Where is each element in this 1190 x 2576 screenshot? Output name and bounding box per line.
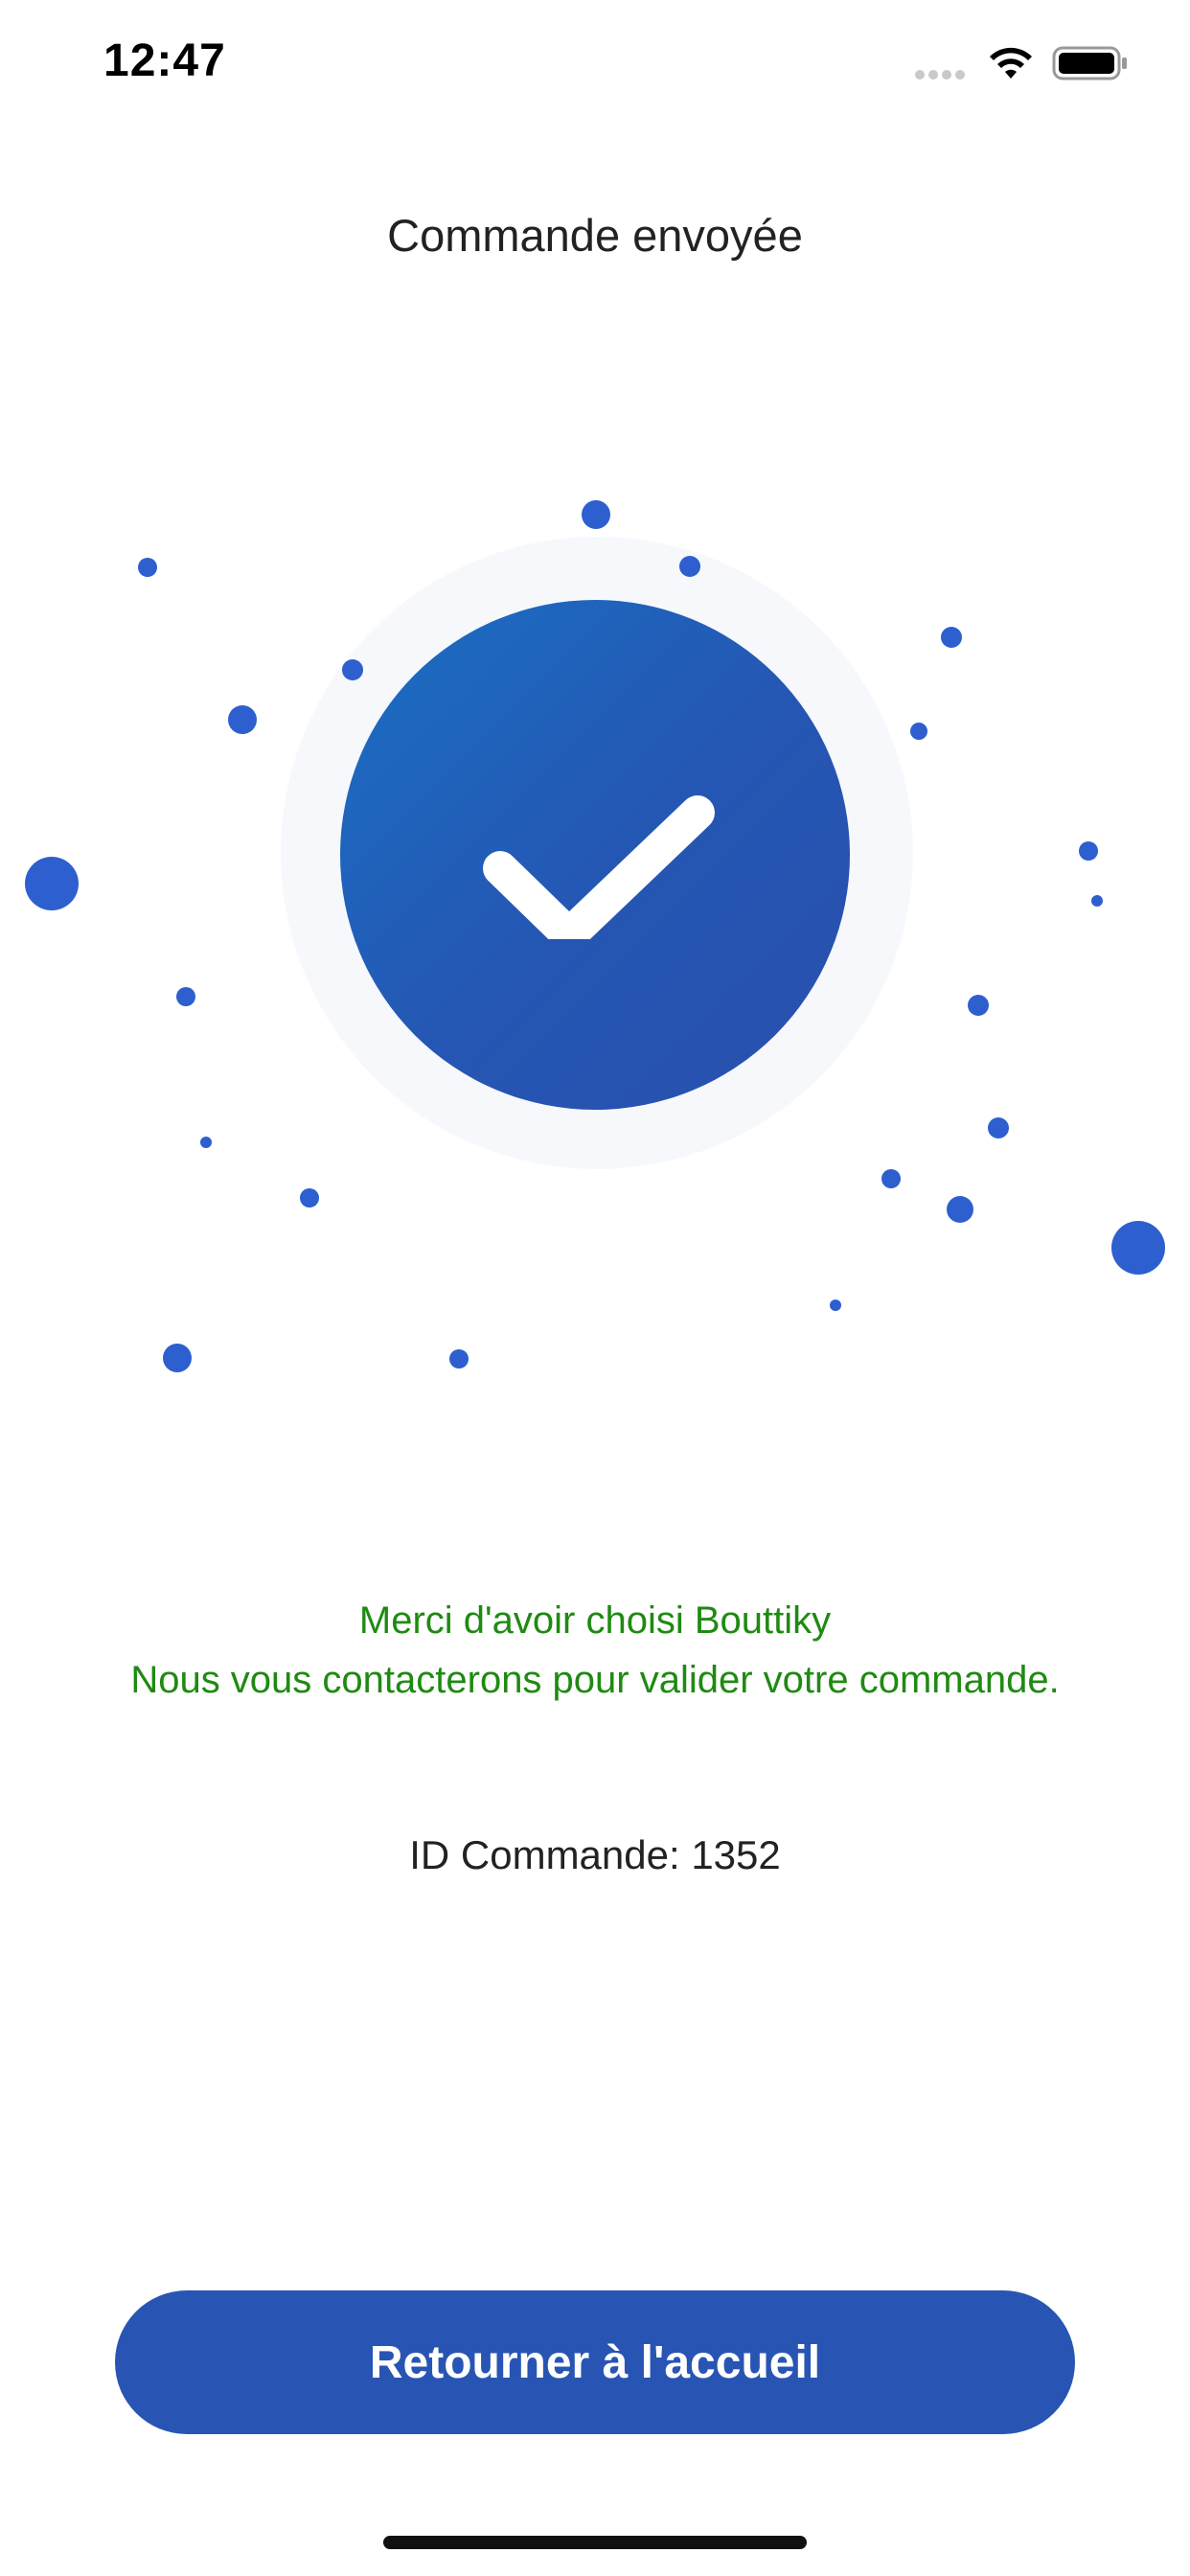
confetti-dot: [228, 705, 257, 734]
page-title: Commande envoyée: [387, 210, 803, 261]
confetti-dot: [200, 1137, 212, 1148]
confetti-dot: [25, 857, 79, 910]
confetti-dot: [1079, 841, 1098, 861]
confirmation-message: Merci d'avoir choisi Bouttiky Nous vous …: [0, 1591, 1190, 1710]
confetti-dot: [300, 1188, 319, 1208]
thanks-text: Merci d'avoir choisi Bouttiky: [358, 1599, 832, 1642]
battery-icon: [1052, 46, 1127, 80]
confetti-dot: [449, 1349, 469, 1368]
confetti-dot: [881, 1169, 901, 1188]
success-illustration: [0, 460, 1190, 1380]
confetti-dot: [342, 659, 363, 680]
checkmark-icon: [483, 795, 715, 939]
confetti-dot: [163, 1344, 192, 1372]
confetti-dot: [947, 1196, 973, 1223]
status-bar: 12:47: [0, 0, 1190, 134]
confetti-dot: [830, 1300, 841, 1311]
confetti-dot: [176, 987, 195, 1006]
status-time: 12:47: [103, 35, 226, 86]
confetti-dot: [910, 723, 927, 740]
home-indicator[interactable]: [383, 2536, 807, 2549]
confetti-dot: [1111, 1221, 1165, 1275]
confetti-dot: [1091, 895, 1103, 907]
confetti-dot: [138, 558, 157, 577]
confetti-dot: [941, 627, 962, 648]
wifi-icon: [990, 47, 1032, 79]
confetti-dot: [679, 556, 700, 577]
signal-icon: [915, 67, 973, 80]
confetti-dot: [582, 500, 610, 529]
order-id: ID Commande: 1352: [409, 1832, 781, 1877]
contact-notice-text: Nous vous contacterons pour valider votr…: [130, 1659, 1060, 1701]
return-home-button[interactable]: Retourner à l'accueil: [115, 2290, 1075, 2434]
confetti-dot: [968, 995, 989, 1016]
confetti-dot: [988, 1117, 1009, 1138]
